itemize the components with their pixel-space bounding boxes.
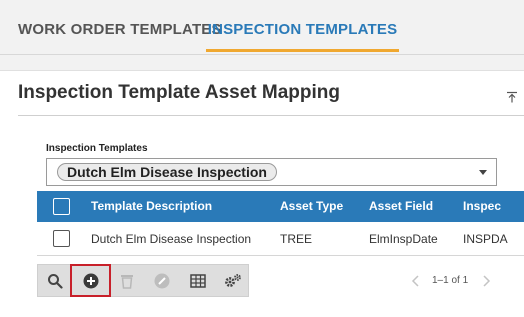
settings-icon (224, 273, 241, 287)
grid-icon (189, 273, 206, 288)
page-indicator: 1–1 of 1 (432, 275, 469, 286)
delete-button[interactable] (110, 265, 143, 296)
table-row[interactable]: Dutch Elm Disease Inspection TREE ElmIns… (37, 222, 524, 256)
tab-work-order-templates[interactable]: WORK ORDER TEMPLATES (18, 0, 222, 53)
grid-header: Template Description Asset Type Asset Fi… (37, 191, 524, 222)
row-checkbox[interactable] (53, 230, 70, 247)
select-all-checkbox[interactable] (53, 198, 70, 215)
column-header-asset-field[interactable]: Asset Field (369, 191, 433, 222)
chevron-left-icon[interactable] (410, 273, 422, 289)
edit-icon (154, 273, 169, 288)
grid-toolbar (37, 264, 249, 297)
tab-inspection-templates[interactable]: INSPECTION TEMPLATES (206, 0, 399, 52)
asset-mapping-panel: Inspection Template Asset Mapping Inspec… (0, 70, 524, 317)
add-button[interactable] (70, 264, 111, 297)
mapping-grid: Template Description Asset Type Asset Fi… (37, 191, 524, 259)
panel-title: Inspection Template Asset Mapping (18, 82, 340, 103)
grid-view-button[interactable] (181, 265, 214, 296)
search-icon (47, 273, 63, 289)
chevron-right-icon[interactable] (480, 273, 492, 289)
add-icon (83, 273, 98, 288)
tab-bar: WORK ORDER TEMPLATES INSPECTION TEMPLATE… (0, 0, 524, 55)
settings-button[interactable] (216, 265, 249, 296)
delete-icon (120, 274, 133, 289)
chevron-down-icon[interactable] (479, 170, 487, 175)
column-header-inspection[interactable]: Inspec (463, 191, 501, 222)
column-header-asset-type[interactable]: Asset Type (280, 191, 343, 222)
inspection-templates-select[interactable]: Dutch Elm Disease Inspection (46, 158, 497, 186)
inspection-templates-label: Inspection Templates (46, 143, 148, 154)
search-button[interactable] (38, 265, 71, 296)
cell-inspection: INSPDA (463, 232, 508, 246)
selected-template-chip[interactable]: Dutch Elm Disease Inspection (57, 163, 277, 181)
cell-asset-type: TREE (280, 232, 313, 246)
edit-button[interactable] (145, 265, 178, 296)
title-divider (18, 115, 524, 116)
column-header-template-description[interactable]: Template Description (91, 191, 212, 222)
collapse-icon[interactable] (506, 91, 518, 103)
cell-asset-field: ElmInspDate (369, 232, 438, 246)
cell-template-description: Dutch Elm Disease Inspection (91, 232, 252, 246)
